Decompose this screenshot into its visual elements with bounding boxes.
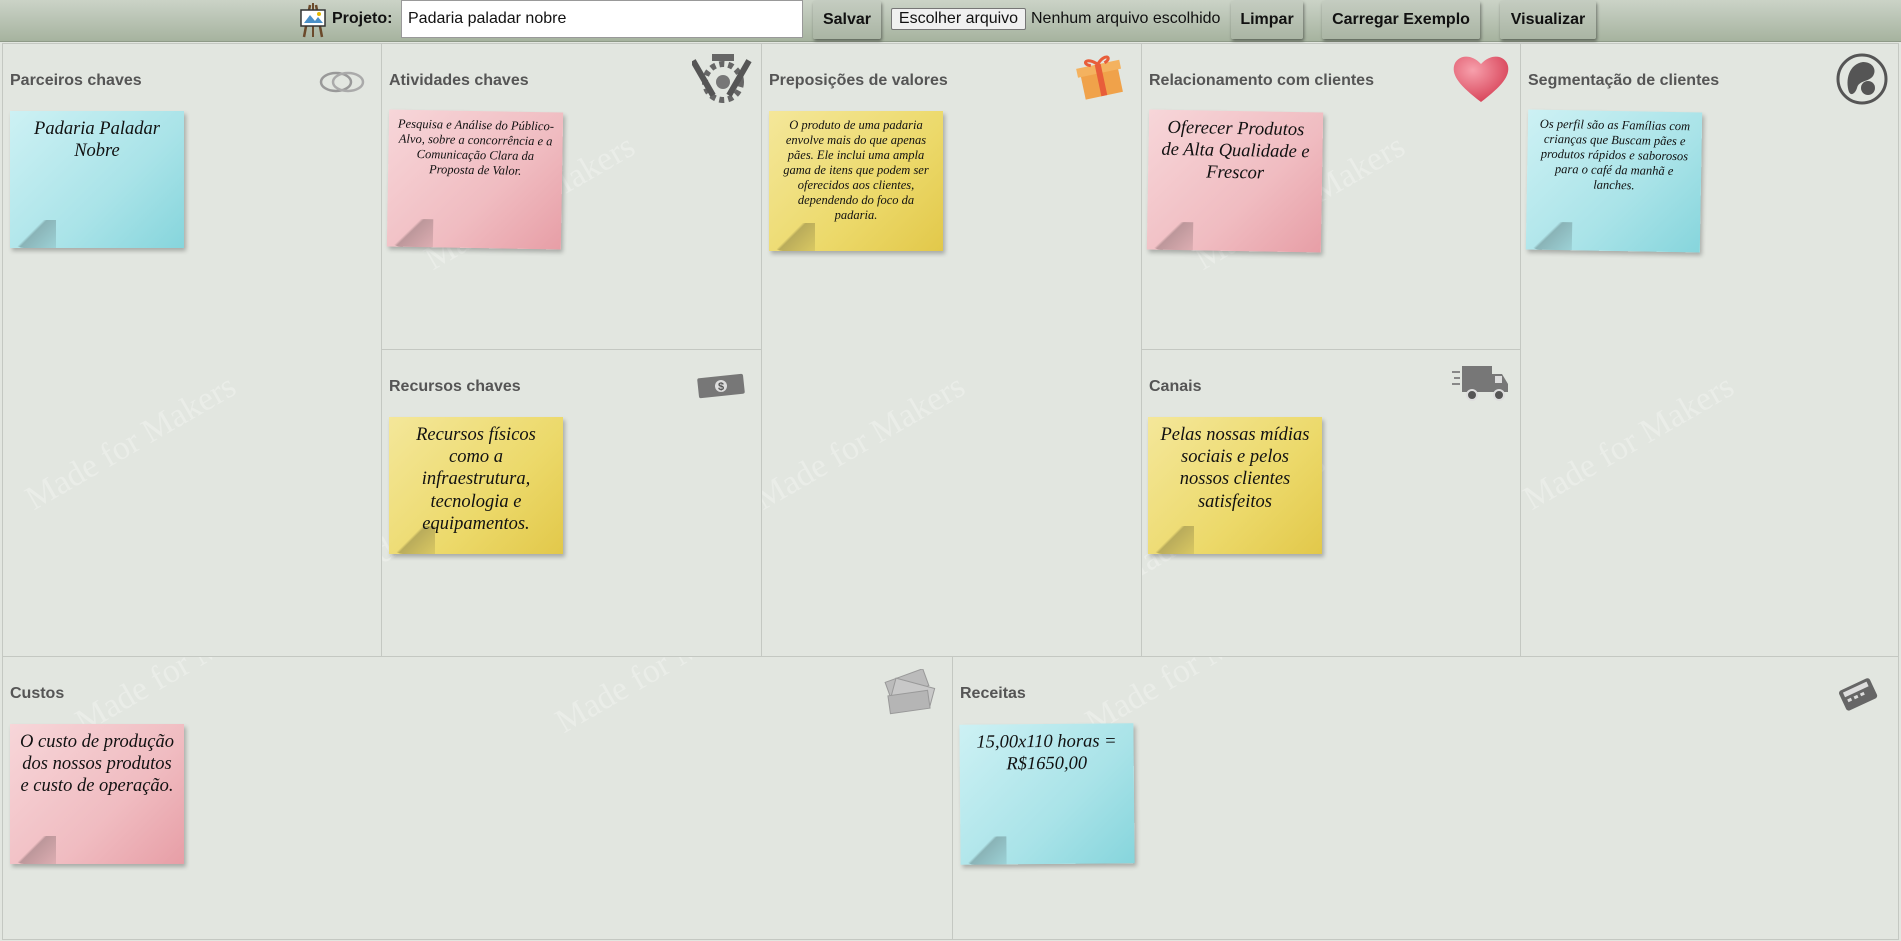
post-it-note[interactable]: Recursos físicos como a infraestrutura, …	[389, 417, 563, 554]
section-customer-relationships[interactable]: Made for Makers Relacionamento com clien…	[1141, 43, 1521, 350]
truck-icon	[1452, 366, 1508, 401]
clear-button[interactable]: Limpar	[1231, 1, 1303, 39]
money-icon: $	[697, 373, 745, 399]
post-it-note[interactable]: O produto de uma padaria envolve mais do…	[769, 111, 943, 251]
section-title: Segmentação de clientes	[1528, 72, 1720, 89]
svg-text:$: $	[718, 381, 724, 393]
load-example-button[interactable]: Carregar Exemplo	[1322, 1, 1480, 39]
cash-bills-icon	[884, 669, 936, 715]
gift-icon	[1076, 55, 1123, 100]
post-it-note[interactable]: Pesquisa e Análise do Público-Alvo, sobr…	[386, 109, 564, 250]
section-revenue-streams[interactable]: Made for Makers Receitas 15,00x110 horas…	[952, 656, 1899, 940]
heart-icon	[1453, 56, 1509, 102]
choose-file-button[interactable]: Escolher arquivo	[891, 8, 1026, 30]
project-label: Projeto:	[332, 10, 393, 27]
section-channels[interactable]: Made for Makers Canais Pelas nossas mídi…	[1141, 349, 1521, 657]
section-title: Receitas	[960, 685, 1026, 702]
section-key-activities[interactable]: Made for Makers Atividades chaves Pesqui…	[381, 43, 762, 350]
section-title: Parceiros chaves	[10, 72, 142, 89]
post-it-note[interactable]: Pelas nossas mídias sociais e pelos noss…	[1148, 417, 1322, 554]
section-title: Custos	[10, 685, 65, 702]
file-status-text: Nenhum arquivo escolhido	[1031, 10, 1221, 27]
project-name-input[interactable]	[401, 0, 803, 38]
section-key-resources[interactable]: Made for Makers Recursos chaves $ Recurs…	[381, 349, 762, 657]
post-it-note[interactable]: Oferecer Produtos de Alta Qualidade e Fr…	[1146, 109, 1324, 253]
easel-icon	[300, 3, 326, 38]
post-it-note[interactable]: O custo de produção dos nossos produtos …	[10, 724, 184, 864]
view-button[interactable]: Visualizar	[1500, 1, 1596, 39]
section-title: Recursos chaves	[389, 378, 521, 395]
tools-icon	[692, 54, 752, 103]
section-title: Relacionamento com clientes	[1149, 72, 1374, 89]
post-it-note[interactable]: Os perfil são as Famílias com crianças q…	[1525, 109, 1703, 253]
section-title: Preposições de valores	[769, 72, 948, 89]
rings-icon	[319, 71, 365, 93]
section-customer-segments[interactable]: Made for Makers Segmentação de clientes …	[1520, 43, 1899, 657]
save-button[interactable]: Salvar	[813, 1, 881, 39]
post-it-note[interactable]: Padaria Paladar Nobre	[10, 111, 184, 248]
mother-child-icon	[1836, 53, 1888, 105]
section-title: Atividades chaves	[389, 72, 529, 89]
section-key-partners[interactable]: Made for Makers Parceiros chaves Padaria…	[2, 43, 382, 657]
section-title: Canais	[1149, 378, 1202, 395]
post-it-note[interactable]: 15,00x110 horas = R$1650,00	[959, 723, 1135, 865]
section-value-propositions[interactable]: Made for Makers Preposições de valores O…	[761, 43, 1142, 657]
toolbar: Projeto: Salvar Escolher arquivo Nenhum …	[0, 0, 1901, 42]
section-cost-structure[interactable]: Made for Makers Made for Makers Custos O…	[2, 656, 953, 940]
card-machine-icon	[1839, 678, 1878, 711]
